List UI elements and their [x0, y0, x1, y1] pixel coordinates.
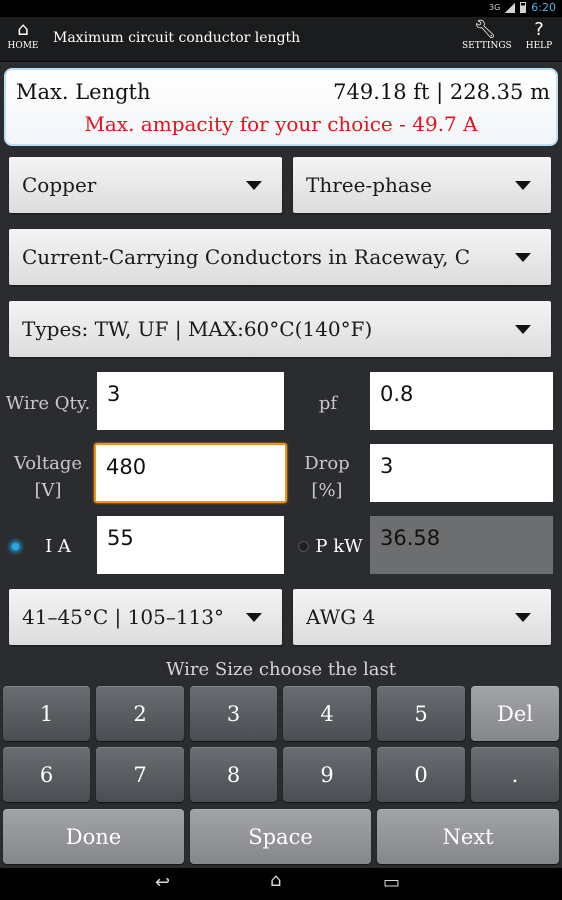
pf-input[interactable]: 0.8 [370, 372, 553, 430]
current-label: I A [45, 536, 71, 557]
next-button[interactable]: Next [377, 809, 559, 864]
power-radio[interactable] [298, 541, 309, 552]
page-title: Maximum circuit conductor length [53, 30, 301, 46]
voltage-input[interactable]: 480 [94, 443, 287, 503]
power-label: P kW [315, 536, 363, 557]
phase-spinner[interactable]: Three-phase [293, 157, 551, 213]
dropdown-arrow-icon [515, 325, 531, 334]
help-label: HELP [525, 41, 553, 51]
wire-size-spinner[interactable]: AWG 4 [293, 589, 551, 645]
settings-label: SETTINGS [462, 41, 512, 51]
status-time: 6:20 [531, 1, 556, 14]
key-1[interactable]: 1 [3, 686, 90, 741]
signal-icon [505, 2, 516, 13]
current-input[interactable]: 55 [97, 516, 284, 574]
dropdown-arrow-icon [246, 613, 262, 622]
result-panel: Max. Length 749.18 ft | 228.35 m Max. am… [4, 68, 558, 146]
conductor-types-spinner[interactable]: Types: TW, UF | MAX:60°C(140°F) [9, 301, 551, 357]
drop-label: Drop [%] [296, 450, 358, 504]
dropdown-arrow-icon [246, 181, 262, 190]
conductor-types-value: Types: TW, UF | MAX:60°C(140°F) [22, 317, 373, 341]
pf-label: pf [318, 393, 338, 414]
drop-label-line2: [%] [311, 480, 343, 501]
space-button[interactable]: Space [190, 809, 371, 864]
temperature-value: 41–45°C | 105–113° [22, 605, 225, 629]
drop-input[interactable]: 3 [370, 444, 553, 502]
key-8[interactable]: 8 [190, 747, 277, 802]
home-button[interactable]: ⌂ HOME [6, 19, 40, 51]
home-icon: ⌂ [17, 19, 29, 40]
voltage-label-line1: Voltage [13, 453, 83, 474]
wire-qty-input[interactable]: 3 [97, 372, 284, 430]
result-value: 749.18 ft | 228.35 m [333, 80, 550, 104]
dropdown-arrow-icon [515, 181, 531, 190]
dropdown-arrow-icon [515, 613, 531, 622]
key-3[interactable]: 3 [190, 686, 277, 741]
material-spinner[interactable]: Copper [9, 157, 282, 213]
phase-value: Three-phase [306, 173, 432, 197]
result-box: Max. Length 749.18 ft | 228.35 m Max. am… [6, 70, 556, 144]
ampacity-warning: Max. ampacity for your choice - 49.7 A [84, 112, 478, 136]
wire-size-hint: Wire Size choose the last [166, 659, 396, 680]
settings-button[interactable]: 🔧︎ SETTINGS [462, 19, 512, 51]
help-button[interactable]: ? HELP [520, 19, 558, 51]
back-icon[interactable]: ↩ [155, 872, 170, 893]
drop-label-line1: Drop [304, 453, 350, 474]
system-nav-bar: ↩ ⌂ ▭ [0, 868, 562, 900]
installation-value: Current-Carrying Conductors in Raceway, … [22, 245, 471, 269]
key-6[interactable]: 6 [3, 747, 90, 802]
wire-size-value: AWG 4 [306, 605, 376, 629]
action-bar: ⌂ HOME Maximum circuit conductor length … [0, 17, 562, 62]
recents-icon[interactable]: ▭ [383, 872, 400, 893]
voltage-label: Voltage [V] [2, 450, 94, 504]
home-label: HOME [7, 41, 39, 51]
battery-icon [520, 2, 527, 13]
voltage-label-line2: [V] [34, 480, 62, 501]
power-input: 36.58 [370, 516, 553, 574]
home-nav-icon[interactable]: ⌂ [270, 870, 281, 891]
key-decimal[interactable]: . [471, 747, 559, 802]
key-7[interactable]: 7 [96, 747, 184, 802]
key-delete[interactable]: Del [471, 686, 559, 741]
status-bar: 3G 6:20 [0, 0, 562, 17]
key-5[interactable]: 5 [377, 686, 465, 741]
temperature-spinner[interactable]: 41–45°C | 105–113° [9, 589, 282, 645]
key-0[interactable]: 0 [377, 747, 465, 802]
network-label: 3G [489, 3, 501, 12]
installation-spinner[interactable]: Current-Carrying Conductors in Raceway, … [9, 229, 551, 285]
current-radio[interactable] [10, 541, 21, 552]
material-value: Copper [22, 173, 97, 197]
done-button[interactable]: Done [3, 809, 184, 864]
result-label: Max. Length [16, 80, 151, 104]
status-icons: 3G 6:20 [489, 1, 556, 14]
key-2[interactable]: 2 [96, 686, 184, 741]
dropdown-arrow-icon [515, 253, 531, 262]
key-4[interactable]: 4 [283, 686, 371, 741]
wire-qty-label: Wire Qty. [5, 393, 91, 414]
key-9[interactable]: 9 [283, 747, 371, 802]
wrench-icon: 🔧︎ [473, 19, 497, 40]
help-icon: ? [534, 19, 544, 40]
